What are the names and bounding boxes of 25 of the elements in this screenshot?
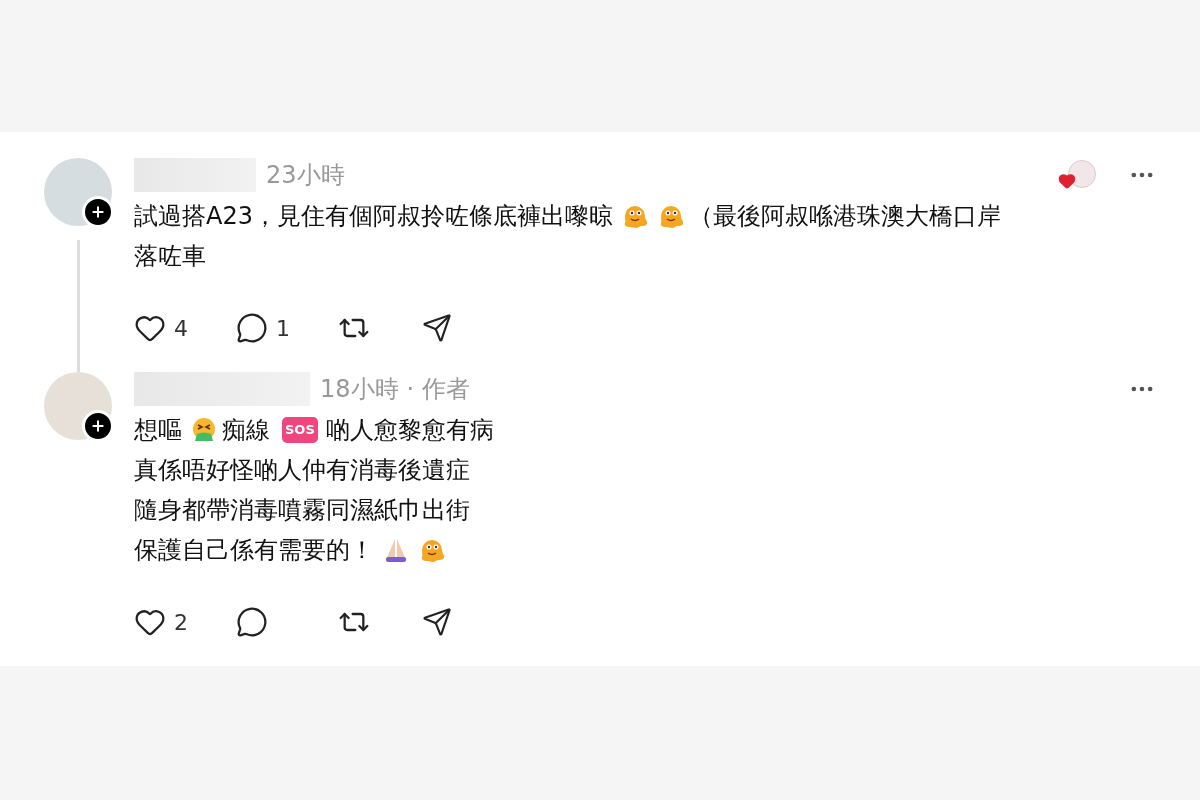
timestamp: 18小時: [320, 374, 399, 405]
author-tag: 作者: [422, 371, 471, 407]
reaction-avatars-icon[interactable]: [1056, 160, 1096, 190]
comment-text: 痴線: [222, 415, 270, 446]
reply-count: 1: [276, 314, 290, 343]
comment-text: 真係唔好怪啲人仲有消毒後遺症: [134, 455, 470, 486]
like-count: 2: [174, 608, 188, 637]
comment-text: 隨身都帶消毒噴霧同濕紙巾出街: [134, 495, 470, 526]
comment-text: 啲人愈黎愈有病: [325, 415, 494, 446]
comment-text: 落咗車: [134, 241, 206, 272]
comment-text: 試過搭A23，見住有個阿叔拎咗條底褲出嚟晾: [134, 201, 613, 232]
comment-text: （最後阿叔喺港珠澳大橋口岸: [688, 201, 1001, 232]
sos-badge: SOS: [282, 417, 318, 443]
comment-text: 保護自己係有需要的！: [134, 535, 374, 566]
share-icon[interactable]: [422, 313, 452, 343]
follow-plus-icon[interactable]: [82, 410, 114, 442]
vomiting-face-icon: [190, 416, 218, 444]
like-count: 4: [174, 314, 188, 343]
comment-text: 想嘔: [134, 415, 182, 446]
separator-dot: ·: [406, 374, 415, 405]
reply-icon[interactable]: [236, 606, 268, 638]
reply-icon[interactable]: [236, 312, 268, 344]
follow-plus-icon[interactable]: [82, 196, 114, 228]
share-icon[interactable]: [422, 607, 452, 637]
timestamp: 23小時: [266, 160, 345, 191]
